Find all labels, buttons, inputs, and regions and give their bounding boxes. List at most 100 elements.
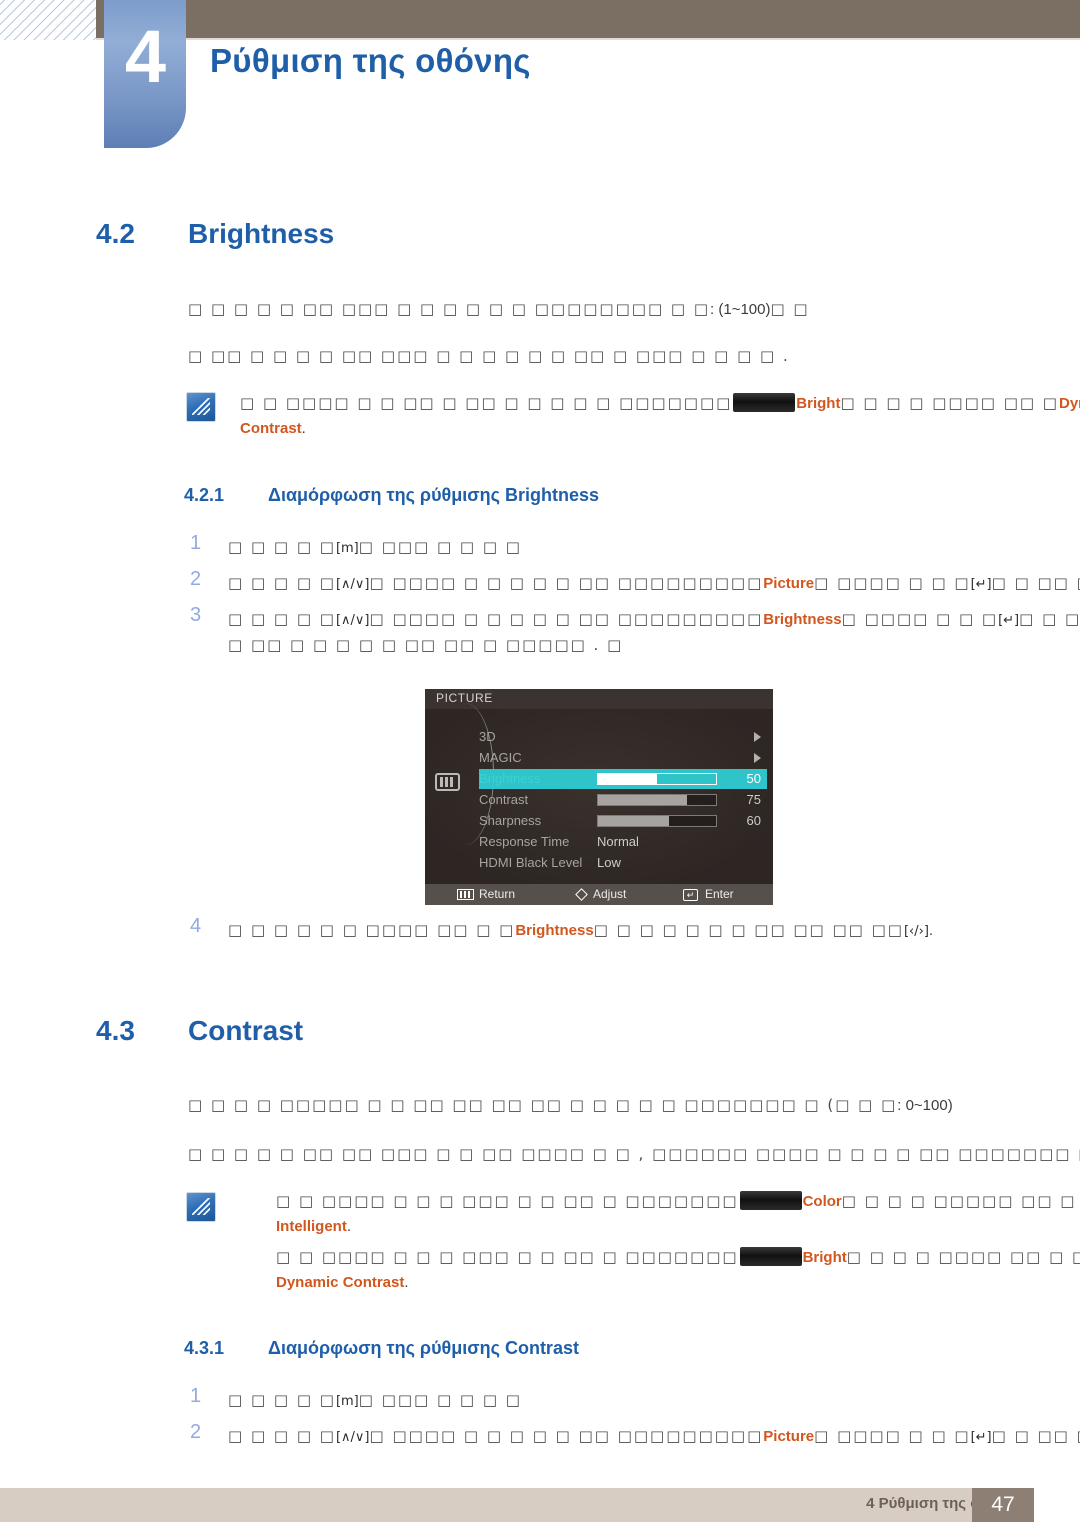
header-brown-bar bbox=[96, 0, 1080, 38]
period: . bbox=[404, 1274, 409, 1291]
note-pen-icon bbox=[186, 392, 216, 422]
brightness-slider[interactable] bbox=[597, 773, 717, 785]
contrast-value: 75 bbox=[746, 792, 761, 807]
response-time-value: Normal bbox=[597, 834, 639, 849]
keyword-bright: Bright bbox=[796, 395, 841, 412]
tofu-text: □ □ □ □ □ bbox=[228, 538, 336, 556]
key-enter: [↵] bbox=[970, 1430, 992, 1445]
contrast-paragraph-1: □ □ □ □ □□□□□ □ □ □□ □□ □□ □□ □ □ □ □ □ … bbox=[188, 1094, 953, 1117]
key-up-down: [∧/∨] bbox=[335, 577, 370, 592]
tofu-text: □ □ □ □ □ bbox=[228, 1391, 336, 1409]
decorative-hatch-pattern bbox=[0, 0, 104, 40]
tofu-text: □ □ □□ □ □ □ □ □ bbox=[1019, 610, 1080, 628]
osd-footer-return[interactable]: Return bbox=[457, 887, 515, 901]
key-up-down: [∧/∨] bbox=[335, 613, 370, 628]
tofu-text: □ □ □ □ □ bbox=[228, 1427, 336, 1445]
osd-label: Response Time bbox=[479, 834, 570, 849]
brightness-value: 50 bbox=[746, 771, 761, 786]
contrast-note-line-1-wrap: Intelligent. bbox=[276, 1216, 351, 1238]
brightness-step-3: □ □ □ □ □[∧/∨]□ □□□□ □ □ □ □ □ □□ □□□□□□… bbox=[228, 608, 1080, 632]
tofu-text: □ □ □ □ □□□□ □□ □ bbox=[840, 394, 1059, 412]
section-title: Brightness bbox=[188, 218, 335, 249]
tofu-text: □ □□□□ □ □ □ □ □ □□ □□□□□□□□□ bbox=[369, 610, 764, 628]
bars-icon bbox=[457, 889, 474, 900]
keyword-intelligent: Intelligent bbox=[276, 1218, 347, 1235]
osd-row-3d[interactable]: 3D bbox=[479, 727, 767, 747]
brightness-note-line-1: □ □ □□□□ □ □ □□ □ □□ □ □ □ □ □ □□□□□□□ Br… bbox=[240, 392, 1080, 415]
tofu-text: □ □ □ □ □ □ □ □□ □□ □□ □□ bbox=[593, 921, 904, 939]
osd-footer-enter[interactable]: ↵ Enter bbox=[683, 887, 734, 901]
brightness-step-2: □ □ □ □ □[∧/∨]□ □□□□ □ □ □ □ □ □□ □□□□□□… bbox=[228, 572, 1080, 596]
keyword-bright: Bright bbox=[802, 1249, 847, 1266]
osd-row-hdmi-black-level[interactable]: HDMI Black Level Low bbox=[479, 853, 767, 873]
magic-logo-chip bbox=[739, 1191, 802, 1210]
brightness-note-line-2: Contrast. bbox=[240, 418, 306, 440]
osd-label: Brightness bbox=[479, 771, 541, 786]
osd-picture-menu-screenshot: PICTURE 3D MAGIC Brightness 50 Contrast … bbox=[425, 689, 773, 905]
key-enter: [↵] bbox=[970, 577, 992, 592]
chapter-number: 4 bbox=[124, 15, 166, 98]
contrast-note-line-2-wrap: Dynamic Contrast. bbox=[276, 1272, 409, 1294]
osd-row-brightness[interactable]: Brightness 50 bbox=[479, 769, 767, 789]
tofu-text: □ □ □□□□ □ □ □□ □ □□ □ □ □ □ □ □□□□□□□ bbox=[240, 394, 733, 412]
osd-footer-adjust[interactable]: Adjust bbox=[575, 887, 626, 901]
page-number: 47 bbox=[972, 1488, 1034, 1522]
brightness-step-4: □ □ □ □ □ □ □□□□ □□ □ □Brightness□ □ □ □… bbox=[228, 919, 933, 943]
osd-row-contrast[interactable]: Contrast 75 bbox=[479, 790, 767, 810]
osd-label: Contrast bbox=[479, 792, 529, 807]
tofu-text: □ □ □ □ □ □□ □□ □□□ □ □ □□ □□□□ □ □ , □□… bbox=[188, 1145, 1080, 1163]
brightness-range: : (1~100) bbox=[710, 301, 771, 318]
osd-label: Sharpness bbox=[479, 813, 542, 828]
key-menu: [m] bbox=[335, 1394, 359, 1409]
step-number: 2 bbox=[190, 1421, 202, 1443]
tofu-text: □ □ □ □ □ □ □□□□ □□ □ □ bbox=[228, 921, 516, 939]
tofu-text: □ □ □ □ □ bbox=[228, 610, 336, 628]
tofu-text: □ □□□□ □ □ □ □ □ □□ □□□□□□□□□ bbox=[369, 574, 764, 592]
tofu-text: □ □ □ □ □ □□ □□□ □ □ □ □ □ □ □□□□□□□□ □ … bbox=[188, 300, 711, 318]
header-underline bbox=[96, 38, 1080, 40]
tofu-text: □ □□□□ □ □ □ □ □ □□ □□□□□□□□□ bbox=[369, 1427, 764, 1445]
page-footer-bar: 4 Ρύθμιση της οθόνης bbox=[0, 1488, 1034, 1522]
keyword-dynamic: Dynamic bbox=[1058, 395, 1080, 412]
brightness-step-1: □ □ □ □ □[m]□ □□□ □ □ □ □ bbox=[228, 536, 522, 560]
tofu-text: □ □□□□ □ □ □ bbox=[841, 610, 999, 628]
osd-row-sharpness[interactable]: Sharpness 60 bbox=[479, 811, 767, 831]
section-title: Contrast bbox=[188, 1015, 304, 1046]
chevron-right-icon bbox=[754, 753, 761, 763]
magic-logo-chip bbox=[739, 1247, 802, 1266]
key-left-right: [‹/›] bbox=[903, 924, 929, 939]
keyword-brightness: Brightness bbox=[763, 611, 842, 628]
hdmi-black-level-value: Low bbox=[597, 855, 621, 870]
sharpness-slider[interactable] bbox=[597, 815, 717, 827]
period: . bbox=[301, 420, 306, 437]
osd-label: 3D bbox=[479, 729, 496, 744]
step-number: 1 bbox=[190, 1385, 202, 1407]
keyword-brightness: Brightness bbox=[515, 922, 594, 939]
tofu-text: □ □□□ □ □ □ □ bbox=[358, 1391, 522, 1409]
subsection-number: 4.2.1 bbox=[184, 485, 225, 505]
tofu-text: □ □ □ □ □□□□ □□ □ □ bbox=[846, 1248, 1080, 1266]
section-number: 4.2 bbox=[96, 218, 135, 249]
chapter-title: Ρύθμιση της οθόνης bbox=[210, 42, 531, 79]
tofu-text: □ □□ □ □ □ □ □□ □□□ □ □ □ □ □ □ □□ □ □□□… bbox=[188, 347, 790, 365]
tofu-text: □ □□□□ □ □ □ bbox=[814, 574, 971, 592]
keyword-picture: Picture bbox=[763, 1428, 815, 1445]
step-number: 4 bbox=[190, 915, 202, 937]
keyword-color: Color bbox=[802, 1193, 842, 1210]
tofu-text: □ □ □□ □ □ □ □ □ bbox=[991, 574, 1080, 592]
section-number: 4.3 bbox=[96, 1015, 135, 1046]
tofu-text: □ □ □ □ □□□□□ □ □ □□ □□ □□ □□ □ □ □ □ □ … bbox=[188, 1096, 898, 1114]
tofu-text: □ □ □ □ □ bbox=[228, 574, 336, 592]
chevron-right-icon bbox=[754, 732, 761, 742]
step-number: 2 bbox=[190, 568, 202, 590]
tofu-text: □ □ bbox=[770, 300, 810, 318]
chapter-number-tab: 4 bbox=[104, 0, 186, 148]
osd-row-magic[interactable]: MAGIC bbox=[479, 748, 767, 768]
tofu-text: □ □ □□□□ □ □ □ □□□ □ □ □□ □ □□□□□□□ bbox=[276, 1192, 739, 1210]
tofu-text: □ □ □ □ □□□□□ □□ □ □ bbox=[841, 1192, 1080, 1210]
key-enter: [↵] bbox=[998, 613, 1020, 628]
keyword-dynamic-contrast: Dynamic Contrast bbox=[276, 1274, 405, 1291]
sharpness-value: 60 bbox=[746, 813, 761, 828]
contrast-slider[interactable] bbox=[597, 794, 717, 806]
osd-row-response-time[interactable]: Response Time Normal bbox=[479, 832, 767, 852]
